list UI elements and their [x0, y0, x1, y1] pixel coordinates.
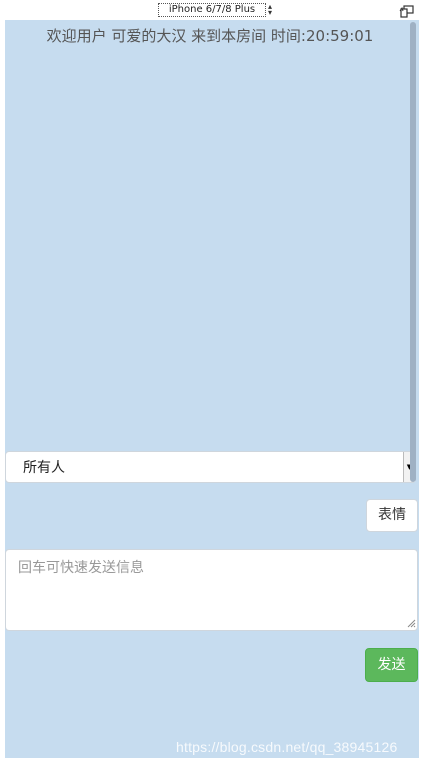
recipient-select[interactable]: 所有人 ▼	[5, 451, 416, 483]
rotate-device-icon[interactable]	[399, 5, 415, 18]
send-button[interactable]: 发送	[365, 648, 418, 682]
recipient-select-value: 所有人	[23, 460, 65, 476]
chat-room: 欢迎用户 可爱的大汉 来到本房间 时间:20:59:01 所有人 ▼ 表情 发送	[5, 20, 419, 758]
welcome-message: 欢迎用户 可爱的大汉 来到本房间 时间:20:59:01	[46, 27, 374, 45]
watermark: https://blog.csdn.net/qq_38945126	[176, 739, 398, 755]
device-toolbar: iPhone 6/7/8 Plus ▴ ▾	[0, 0, 431, 20]
resize-grip-icon[interactable]	[407, 619, 416, 628]
scrollbar[interactable]	[410, 22, 416, 482]
message-input[interactable]	[5, 549, 418, 631]
updown-arrows-icon[interactable]: ▴ ▾	[268, 3, 272, 17]
device-select[interactable]: iPhone 6/7/8 Plus	[158, 3, 266, 17]
emoji-button[interactable]: 表情	[366, 499, 418, 532]
